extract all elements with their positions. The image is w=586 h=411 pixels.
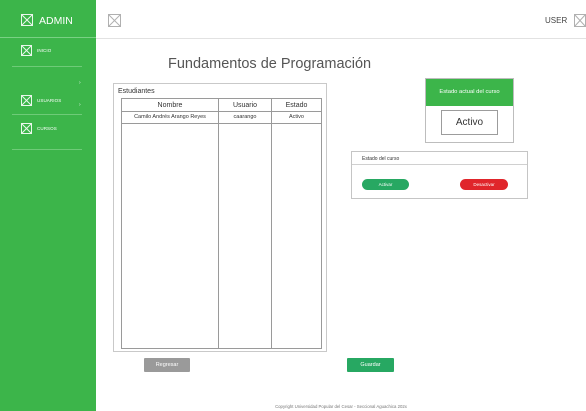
image-placeholder-icon [108,14,121,32]
image-placeholder-icon [21,95,32,106]
sidebar-brand: ADMIN [0,0,96,38]
image-placeholder-icon [21,45,32,56]
save-button[interactable]: Guardar [347,358,394,372]
students-panel-title: Estudiantes [118,88,155,95]
table-divider [122,123,321,124]
students-table: Nombre Usuario Estado Camilo Andrés Aran… [121,98,322,349]
user-menu-label[interactable]: USER [545,16,567,25]
table-cell-usuario: caarango [233,114,257,120]
table-divider [122,111,321,112]
sidebar-divider [12,114,82,115]
students-panel: Estudiantes Nombre Usuario Estado Camilo… [113,83,327,352]
table-column-divider [218,99,219,348]
image-placeholder-icon [21,14,33,26]
table-cell-nombre: Camilo Andrés Arango Reyes [134,114,206,120]
page-title: Fundamentos de Programación [168,56,372,72]
sidebar: ADMIN INICIO › USUARIOS › CURSOS [0,0,96,411]
header-divider [96,38,586,39]
image-placeholder-icon[interactable] [574,14,586,32]
sidebar-item-label: CURSOS [37,126,57,131]
sidebar-item-inicio[interactable]: INICIO [0,41,96,61]
footer-copyright: Copyright Universidad Popular del Cesar … [275,404,407,409]
sidebar-item-label: USUARIOS [37,98,62,103]
table-column-divider [271,99,272,348]
sidebar-divider [12,66,82,67]
sidebar-divider [12,149,82,150]
sidebar-item-label: INICIO [37,48,52,53]
chevron-right-icon: › [79,102,81,108]
course-state-header: Estado del curso [352,152,527,165]
course-state-title: Estado del curso [362,156,400,162]
current-status-header: Estado actual del curso [426,79,513,106]
image-placeholder-icon [21,123,32,134]
current-status-card: Estado actual del curso Activo [425,78,514,143]
current-status-title: Estado actual del curso [439,89,500,95]
sidebar-item-cursos[interactable]: CURSOS [0,121,96,137]
current-status-value: Activo [441,110,498,135]
course-state-panel: Estado del curso Activar Desactivar [351,151,528,199]
chevron-right-icon: › [79,80,81,86]
column-header-usuario: Usuario [232,102,258,109]
column-header-nombre: Nombre [157,102,183,109]
deactivate-button[interactable]: Desactivar [460,179,508,190]
column-header-estado: Estado [285,102,308,109]
brand-label: ADMIN [39,15,73,27]
table-cell-estado: Activo [289,114,304,120]
back-button[interactable]: Regresar [144,358,190,372]
activate-button[interactable]: Activar [362,179,409,190]
sidebar-item-usuarios[interactable]: USUARIOS [0,93,96,109]
